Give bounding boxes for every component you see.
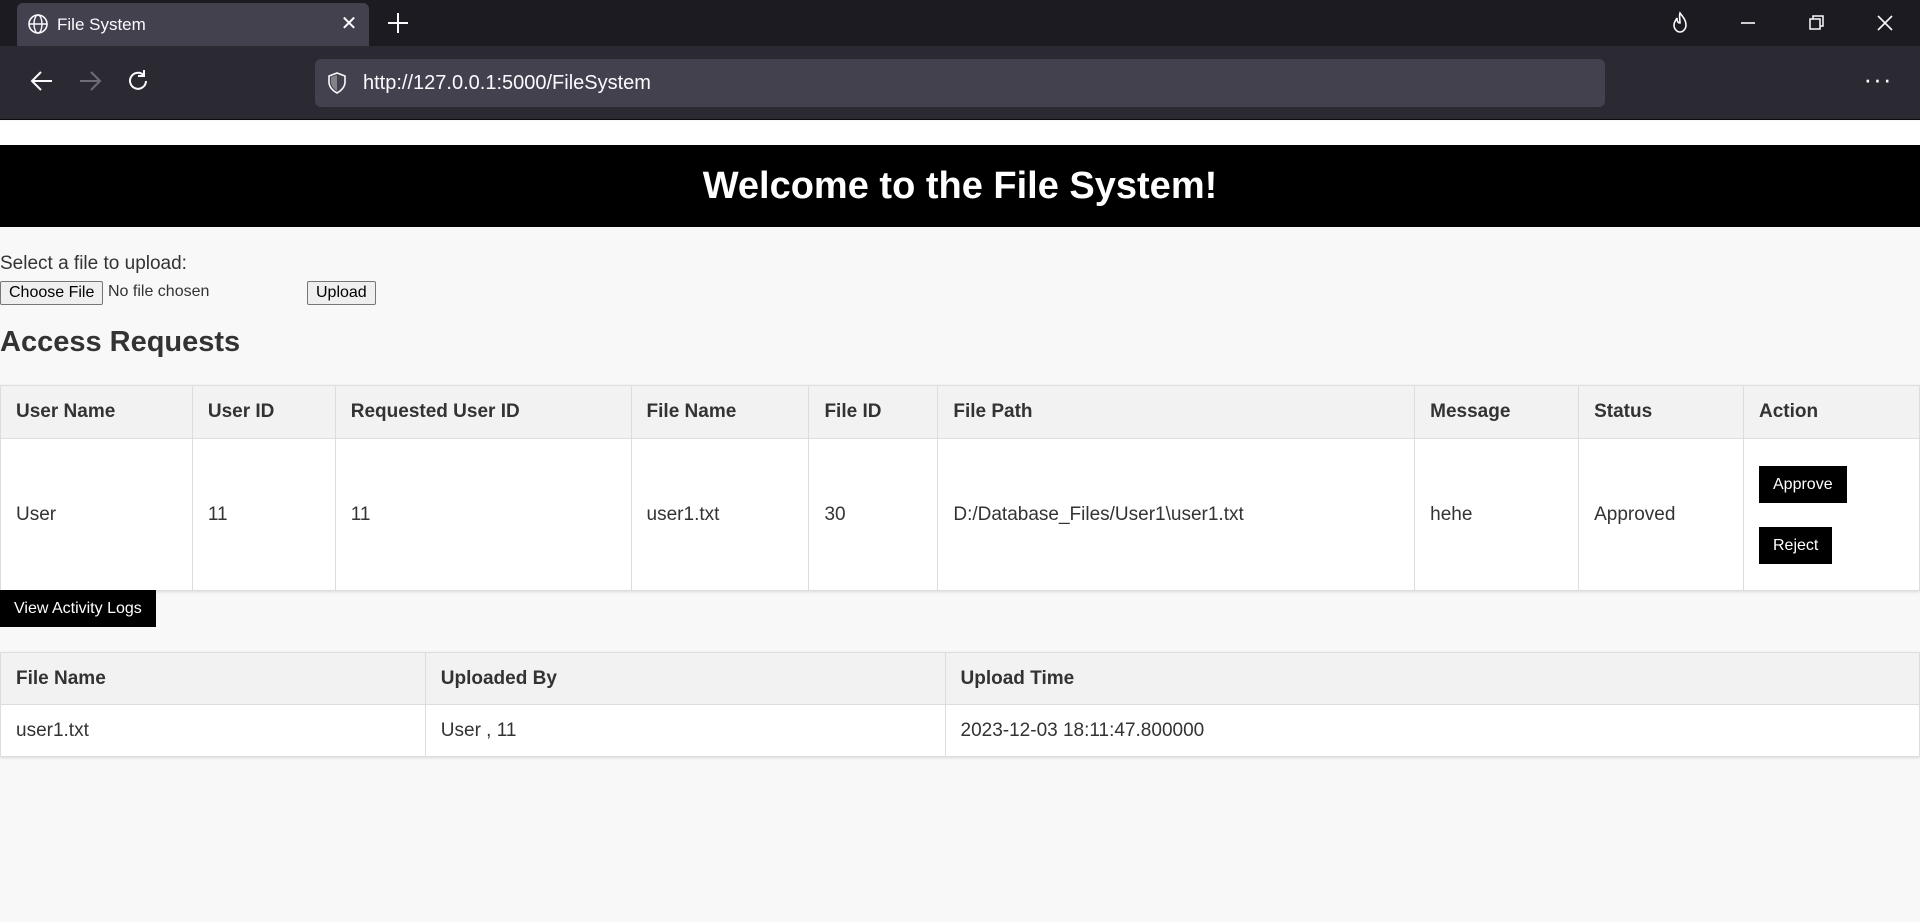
shield-icon[interactable] [325,71,349,95]
column-header: Status [1578,385,1744,439]
table-row: User 11 11 user1.txt 30 D:/Database_File… [0,438,1920,591]
approve-button[interactable]: Approve [1759,465,1847,503]
close-window-icon[interactable] [1870,8,1900,38]
browser-nav-bar: http://127.0.0.1:5000/FileSystem ··· [0,46,1920,120]
column-header: User ID [191,385,336,439]
column-header: File Path [937,385,1416,439]
globe-icon [28,14,48,34]
status-cell: Approved [1578,438,1744,591]
minimize-icon[interactable] [1733,8,1763,38]
access-requests-title: Access Requests [0,326,241,358]
upload-row: Choose File No file chosen Upload [0,281,400,307]
uploaded-by-cell: User , 11 [424,704,946,757]
column-header: Message [1414,385,1580,439]
new-tab-icon[interactable] [384,9,412,37]
choose-file-button[interactable]: Choose File [0,281,104,305]
column-header: File Name [630,385,810,439]
column-header: User Name [0,385,193,439]
tab-title: File System [57,15,146,34]
address-bar[interactable]: http://127.0.0.1:5000/FileSystem [315,59,1605,107]
column-header: Upload Time [944,652,1920,705]
column-header: Uploaded By [424,652,946,705]
column-header: File Name [0,652,426,705]
upload-section: Select a file to upload: Choose File No … [0,253,376,305]
column-header: File ID [808,385,939,439]
upload-button[interactable]: Upload [307,281,376,305]
firefox-view-icon[interactable] [1665,8,1695,38]
more-menu-icon[interactable]: ··· [1860,66,1896,96]
file-name-cell: user1.txt [630,438,810,591]
upload-label: Select a file to upload: [0,253,187,274]
reload-icon[interactable] [123,66,153,96]
requested-user-id-cell: 11 [334,438,632,591]
column-header: Action [1743,385,1920,439]
upload-time-cell: 2023-12-03 18:11:47.800000 [944,704,1920,757]
file-path-cell: D:/Database_Files/User1\user1.txt [937,438,1416,591]
file-name-cell: user1.txt [0,704,426,757]
forward-arrow-icon[interactable] [75,66,105,96]
reject-button[interactable]: Reject [1759,526,1833,564]
page-content: Welcome to the File System! Select a fil… [0,121,1920,922]
back-arrow-icon[interactable] [27,66,57,96]
browser-tab-bar: File System ✕ [0,0,1920,46]
view-activity-logs-button[interactable]: View Activity Logs [0,590,156,627]
table-row: user1.txt User , 11 2023-12-03 18:11:47.… [0,704,1920,757]
table-header-row: User Name User ID Requested User ID File… [0,385,1920,439]
table-header-row: File Name Uploaded By Upload Time [0,652,1920,705]
access-requests-table: User Name User ID Requested User ID File… [0,385,1920,591]
page-top-spacer [0,121,1920,145]
file-id-cell: 30 [808,438,939,591]
url-text[interactable]: http://127.0.0.1:5000/FileSystem [363,72,651,95]
browser-tab[interactable]: File System ✕ [17,3,369,46]
user-name-cell: User [0,438,193,591]
restore-icon[interactable] [1801,8,1831,38]
action-cell: Approve Reject [1743,438,1920,591]
message-cell: hehe [1414,438,1580,591]
uploads-table: File Name Uploaded By Upload Time user1.… [0,652,1920,757]
no-file-text: No file chosen [108,283,210,300]
user-id-cell: 11 [191,438,336,591]
column-header: Requested User ID [334,385,632,439]
tab-close-icon[interactable]: ✕ [337,12,361,36]
page-title: Welcome to the File System! [0,145,1920,227]
